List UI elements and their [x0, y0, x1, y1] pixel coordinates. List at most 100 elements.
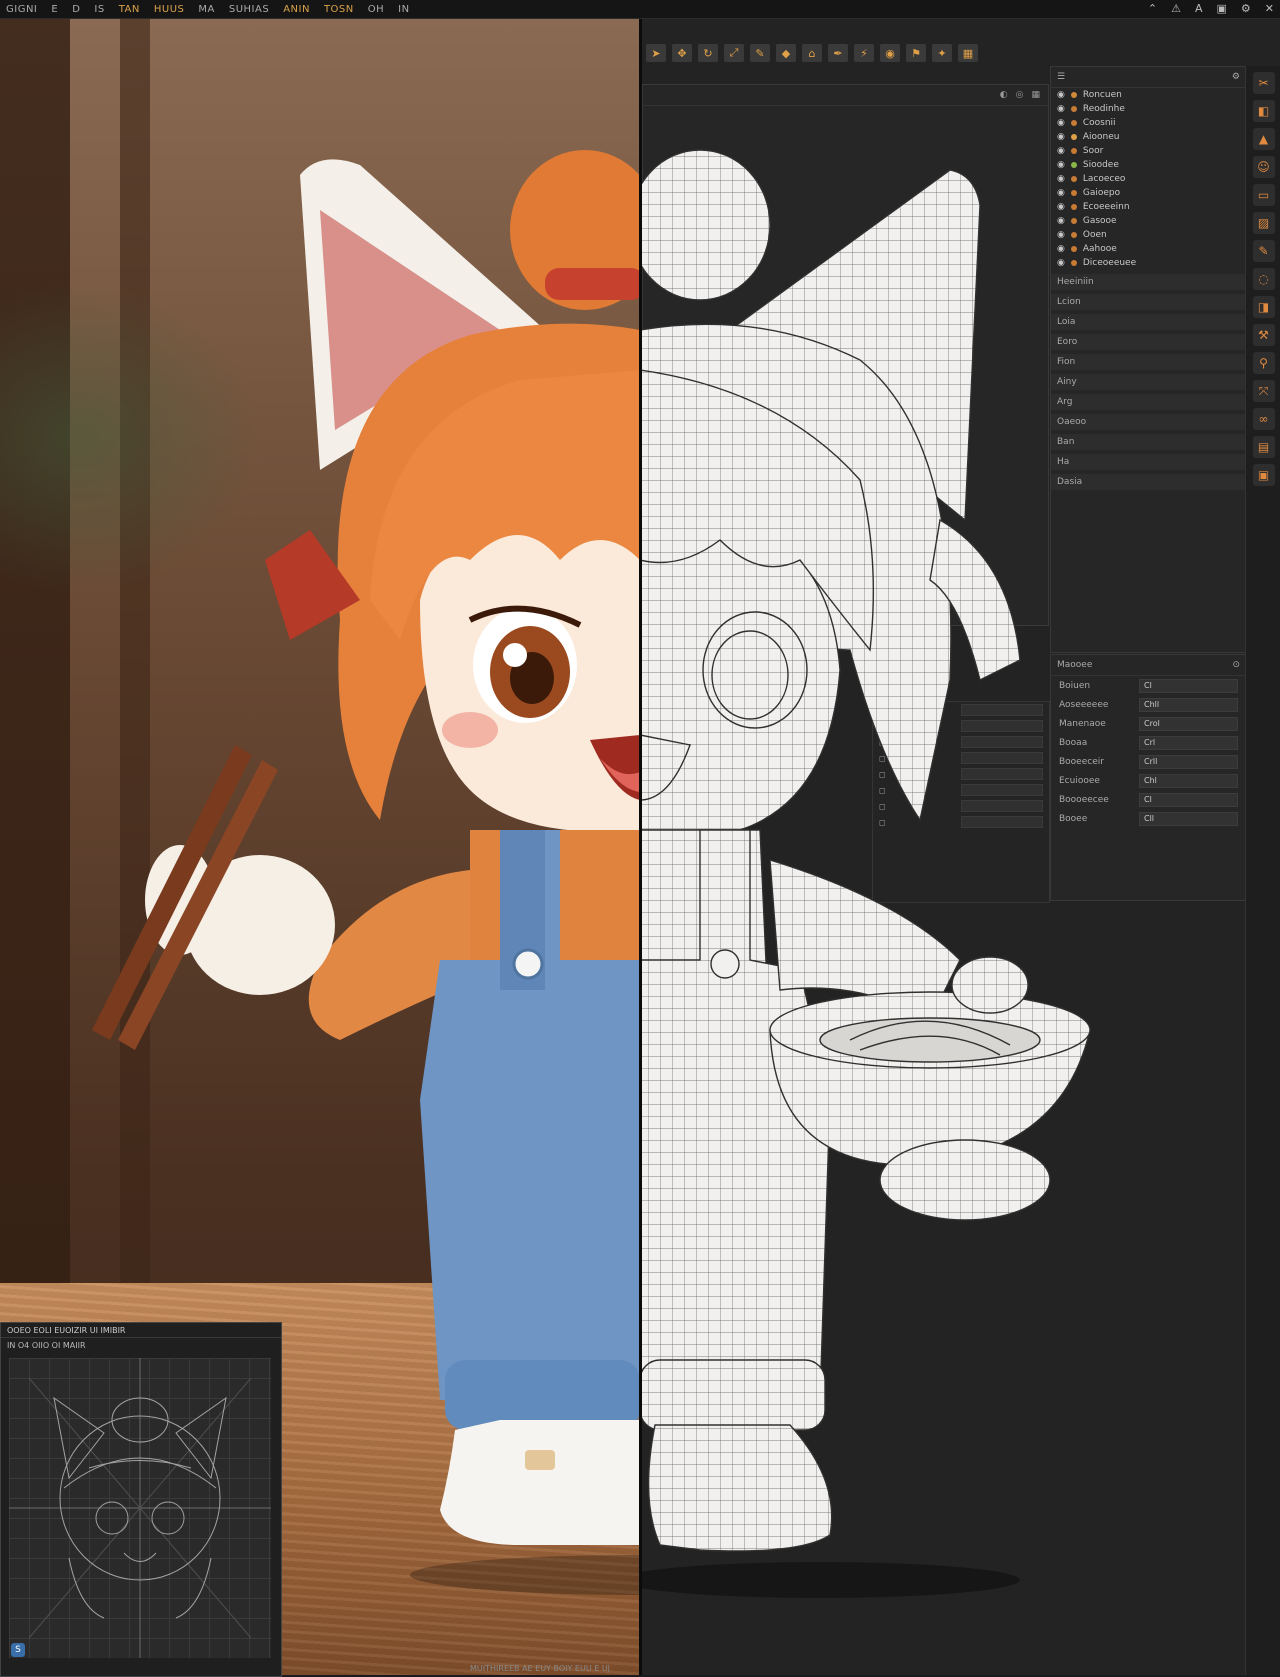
outliner-item[interactable]: ◉ Roncuen — [1051, 88, 1246, 102]
paint-tool-icon[interactable]: ✎ — [1252, 240, 1275, 262]
outliner-item[interactable]: ◉ Gaioepo — [1051, 186, 1246, 200]
font-icon[interactable]: A — [1195, 2, 1203, 15]
deform-tool-icon[interactable]: ⤧ — [1252, 380, 1275, 402]
visibility-icon[interactable]: ◉ — [1057, 90, 1065, 100]
outliner-section[interactable]: Ha — [1051, 454, 1246, 470]
property-value-field[interactable]: Crll — [1139, 754, 1238, 769]
visibility-icon[interactable]: ◉ — [1057, 258, 1065, 268]
head-tool-icon[interactable]: ☺ — [1252, 156, 1275, 178]
menu-item[interactable]: MA — [198, 4, 214, 15]
outliner-settings-icon[interactable]: ⚙ — [1232, 72, 1240, 82]
flag-tool-icon[interactable]: ⚑ — [906, 44, 926, 62]
properties-pin-icon[interactable]: ⊙ — [1232, 660, 1240, 670]
menu-item[interactable]: IS — [94, 4, 104, 15]
shape-tool-icon[interactable]: ▲ — [1252, 128, 1275, 150]
sculpt-tool-icon[interactable]: ⚒ — [1252, 324, 1275, 346]
outliner-section[interactable]: Dasia — [1051, 474, 1246, 490]
outliner-item[interactable]: ◉ Coosnii — [1051, 116, 1246, 130]
outliner-item[interactable]: ◉ Sioodee — [1051, 158, 1246, 172]
grid-tool-icon[interactable]: ▦ — [958, 44, 978, 62]
visibility-icon[interactable]: ◉ — [1057, 160, 1065, 170]
attribute-row[interactable]: ◻ — [873, 814, 1049, 830]
outliner-item[interactable]: ◉ Lacoeceo — [1051, 172, 1246, 186]
alert-icon[interactable]: ⚠ — [1171, 2, 1181, 15]
outliner-section[interactable]: Fion — [1051, 354, 1246, 370]
visibility-icon[interactable]: ◉ — [1057, 104, 1065, 114]
outliner-section[interactable]: Heeiniin — [1051, 274, 1246, 290]
viewport-grid-icon[interactable]: ▦ — [1031, 90, 1040, 100]
ortho-corner-badge[interactable]: S — [11, 1643, 25, 1657]
property-value-field[interactable]: Crol — [1139, 716, 1238, 731]
property-value-field[interactable]: Chll — [1139, 697, 1238, 712]
outliner-item[interactable]: ◉ Aahooe — [1051, 242, 1246, 256]
visibility-icon[interactable]: ◉ — [1057, 188, 1065, 198]
mesh-tool-icon[interactable]: ◆ — [776, 44, 796, 62]
link-tool-icon[interactable]: ∞ — [1252, 408, 1275, 430]
3d-viewport[interactable]: ◐ ◎ ▦ — [642, 84, 1049, 626]
move-tool-icon[interactable]: ✥ — [672, 44, 692, 62]
outliner-item[interactable]: ◉ Ooen — [1051, 228, 1246, 242]
outliner-item[interactable]: ◉ Diceoeeuee — [1051, 256, 1246, 270]
outliner-section[interactable]: Loia — [1051, 314, 1246, 330]
outliner-section[interactable]: Eoro — [1051, 334, 1246, 350]
menu-item[interactable]: TOSN — [324, 4, 354, 15]
property-value-field[interactable]: Cl — [1139, 792, 1238, 807]
property-value-field[interactable]: Cl — [1139, 678, 1238, 693]
viewport-overlay-icon[interactable]: ◎ — [1016, 90, 1024, 100]
knife-tool-icon[interactable]: ✂ — [1252, 72, 1275, 94]
pin-tool-icon[interactable]: ⚲ — [1252, 352, 1275, 374]
viewport-shading-icon[interactable]: ◐ — [1000, 90, 1008, 100]
scale-tool-icon[interactable]: ⤢ — [724, 44, 744, 62]
outliner-item[interactable]: ◉ Aiooneu — [1051, 130, 1246, 144]
front-view-wireframe[interactable] — [9, 1358, 271, 1658]
attribute-row[interactable]: ◻ — [873, 798, 1049, 814]
material-tool-icon[interactable]: ◨ — [1252, 296, 1275, 318]
visibility-icon[interactable]: ◉ — [1057, 244, 1065, 254]
camera-tool-icon[interactable]: ◉ — [880, 44, 900, 62]
attribute-row[interactable]: ◻ — [873, 734, 1049, 750]
menu-item[interactable]: ANIN — [283, 4, 310, 15]
orbit-tool-icon[interactable]: ◌ — [1252, 268, 1275, 290]
property-value-field[interactable]: Chl — [1139, 773, 1238, 788]
monitor-tool-icon[interactable]: ▭ — [1252, 184, 1275, 206]
menu-item[interactable]: GIGNI — [6, 4, 37, 15]
menu-item[interactable]: D — [72, 4, 80, 15]
outliner-item[interactable]: ◉ Ecoeeeinn — [1051, 200, 1246, 214]
property-value-field[interactable]: Crl — [1139, 735, 1238, 750]
attribute-row[interactable]: ◻ — [873, 718, 1049, 734]
settings-icon[interactable]: ⚙ — [1241, 2, 1251, 15]
snap-tool-icon[interactable]: ⚡ — [854, 44, 874, 62]
outliner-section[interactable]: Oaeoo — [1051, 414, 1246, 430]
visibility-icon[interactable]: ◉ — [1057, 202, 1065, 212]
outliner-item[interactable]: ◉ Reodinhe — [1051, 102, 1246, 116]
map-tool-icon[interactable]: ▤ — [1252, 436, 1275, 458]
pen-tool-icon[interactable]: ✒ — [828, 44, 848, 62]
outliner-item[interactable]: ◉ Gasooe — [1051, 214, 1246, 228]
package-tool-icon[interactable]: ▣ — [1252, 464, 1275, 486]
menu-item[interactable]: HUUS — [154, 4, 185, 15]
outliner-section[interactable]: Arg — [1051, 394, 1246, 410]
outliner-filter-icon[interactable]: ☰ — [1057, 72, 1065, 82]
clipboard-icon[interactable]: ▣ — [1217, 2, 1227, 15]
cube-tool-icon[interactable]: ◧ — [1252, 100, 1275, 122]
menu-item[interactable]: SUHIAS — [229, 4, 269, 15]
outliner-section[interactable]: Lcion — [1051, 294, 1246, 310]
property-value-field[interactable]: Cll — [1139, 811, 1238, 826]
image-tool-icon[interactable]: ▨ — [1252, 212, 1275, 234]
bird-tool-icon[interactable]: ✦ — [932, 44, 952, 62]
visibility-icon[interactable]: ◉ — [1057, 174, 1065, 184]
visibility-icon[interactable]: ◉ — [1057, 230, 1065, 240]
visibility-icon[interactable]: ◉ — [1057, 132, 1065, 142]
attribute-row[interactable]: ◻ — [873, 702, 1049, 718]
visibility-icon[interactable]: ◉ — [1057, 146, 1065, 156]
rotate-tool-icon[interactable]: ↻ — [698, 44, 718, 62]
brush-tool-icon[interactable]: ✎ — [750, 44, 770, 62]
outliner-section[interactable]: Ainy — [1051, 374, 1246, 390]
visibility-icon[interactable]: ◉ — [1057, 216, 1065, 226]
home-tool-icon[interactable]: ⌂ — [802, 44, 822, 62]
chevron-up-icon[interactable]: ⌃ — [1148, 2, 1157, 15]
menu-item[interactable]: E — [51, 4, 58, 15]
menu-item[interactable]: OH — [368, 4, 384, 15]
attribute-row[interactable]: ◻ — [873, 766, 1049, 782]
outliner-section[interactable]: Ban — [1051, 434, 1246, 450]
